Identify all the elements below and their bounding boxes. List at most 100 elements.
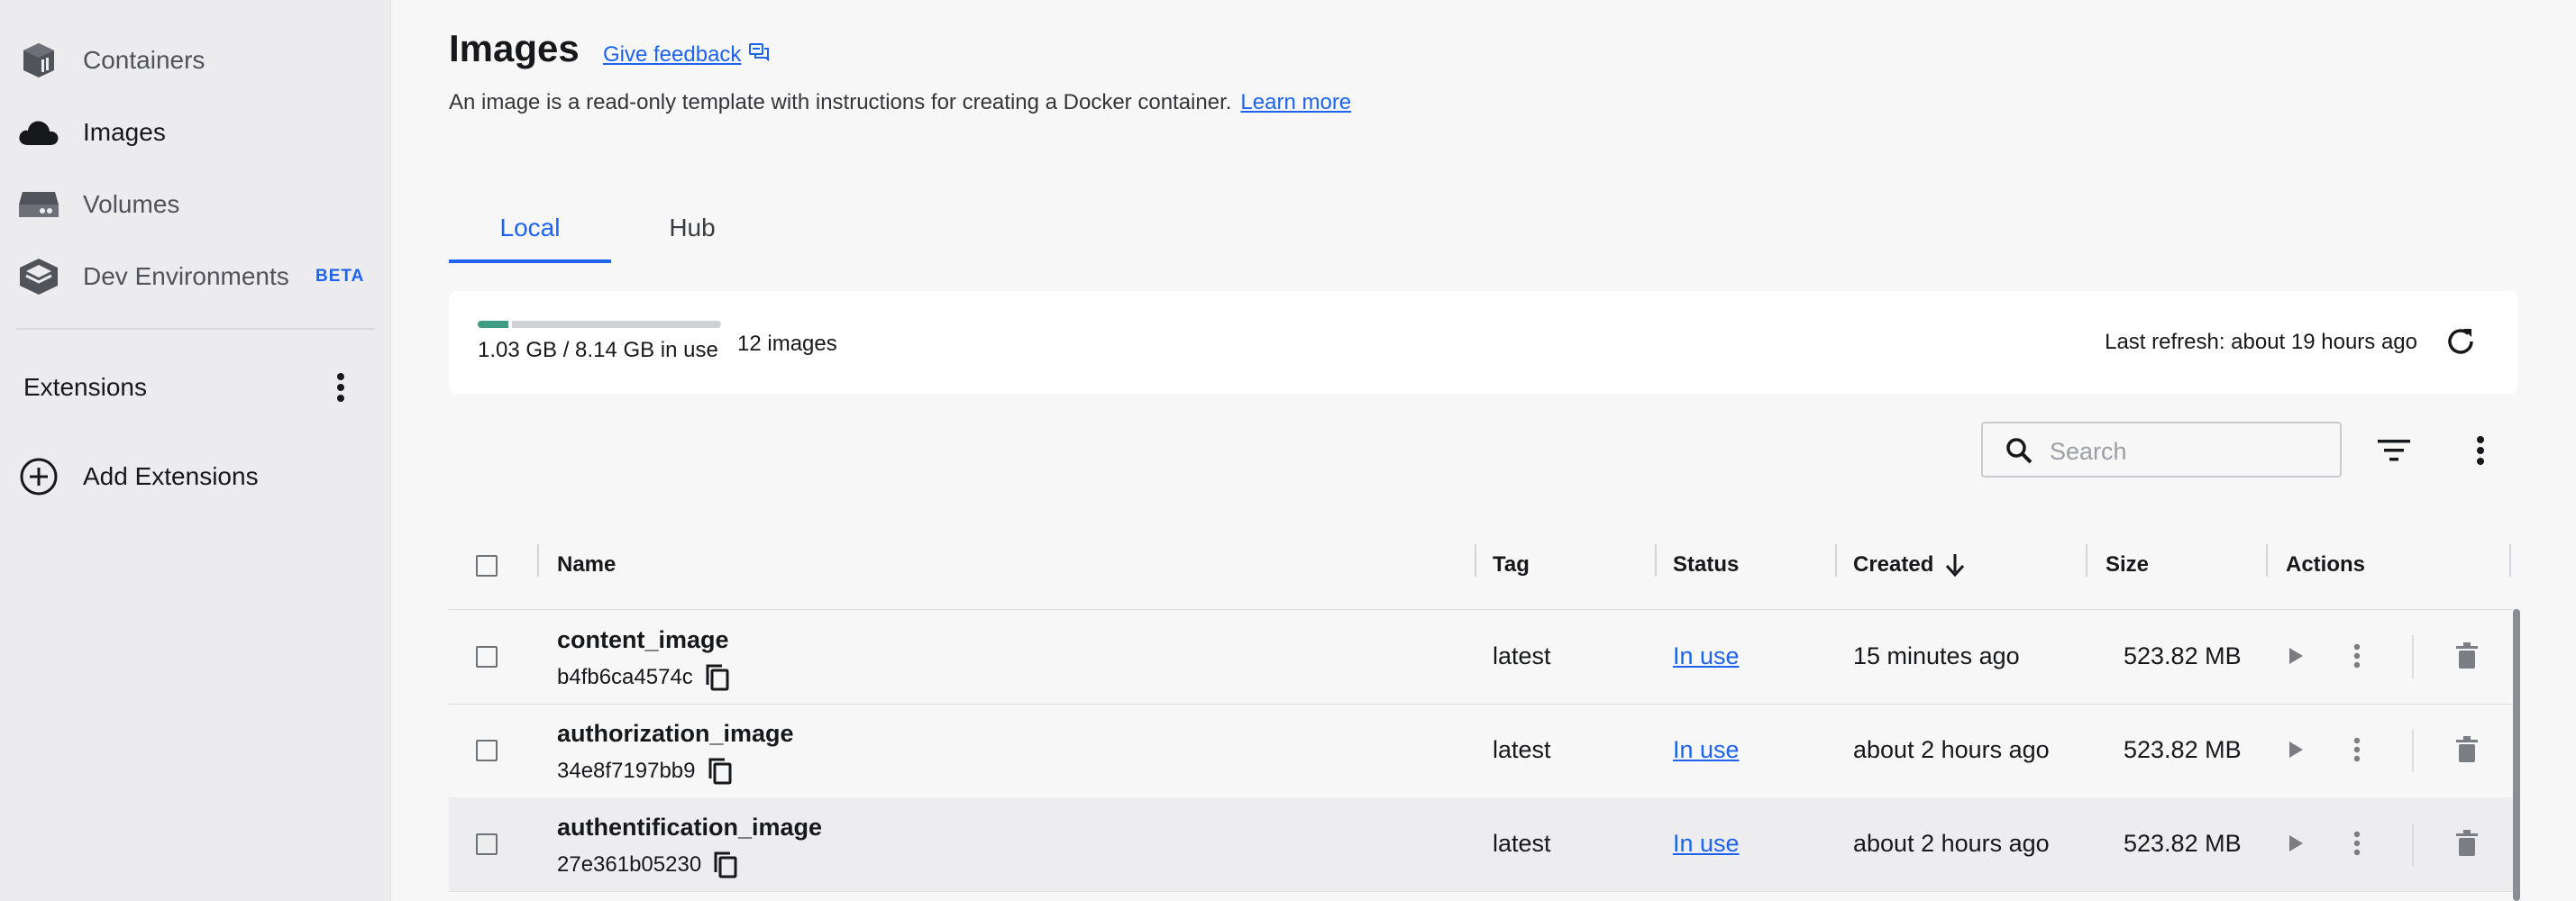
- image-count: 12 images: [737, 332, 837, 356]
- table-scrollbar[interactable]: [2513, 609, 2520, 901]
- table-more-button[interactable]: [2461, 431, 2500, 470]
- more-vertical-icon: [2477, 436, 2484, 465]
- disk-usage-text: 1.03 GB / 8.14 GB in use: [478, 338, 718, 362]
- row-more-button[interactable]: [2338, 731, 2376, 769]
- image-id: 27e361b05230: [557, 850, 741, 880]
- sidebar-divider: [16, 328, 375, 330]
- trash-icon: [2456, 736, 2478, 762]
- table-row[interactable]: authentification_image 27e361b05230 late…: [449, 797, 2518, 892]
- actions-divider: [2412, 823, 2414, 866]
- tab-hub[interactable]: Hub: [611, 193, 773, 263]
- row-more-button[interactable]: [2338, 824, 2376, 862]
- give-feedback-label: Give feedback: [603, 41, 742, 67]
- page-description: An image is a read-only template with in…: [449, 90, 1351, 115]
- extensions-header: Extensions: [0, 359, 390, 416]
- table-row[interactable]: content_image b4fb6ca4574c latest In use…: [449, 610, 2518, 705]
- description-text: An image is a read-only template with in…: [449, 90, 1232, 114]
- image-tag: latest: [1493, 642, 1551, 669]
- column-separator: [1655, 544, 1657, 577]
- refresh-icon: [2448, 329, 2473, 354]
- image-id-text: 34e8f7197bb9: [557, 759, 696, 783]
- image-status-link[interactable]: In use: [1673, 830, 1740, 858]
- table-header: Name Tag Status Created Size Actions: [449, 521, 2518, 610]
- column-separator: [2266, 544, 2268, 577]
- search-field: [1981, 422, 2342, 478]
- play-icon: [2289, 742, 2303, 758]
- column-header-tag[interactable]: Tag: [1493, 521, 1530, 609]
- image-created: 15 minutes ago: [1853, 642, 2020, 669]
- trash-icon: [2456, 642, 2478, 669]
- more-vertical-icon: [2353, 831, 2361, 856]
- add-extensions-button[interactable]: Add Extensions: [0, 448, 390, 505]
- image-created: about 2 hours ago: [1853, 736, 2050, 763]
- delete-button[interactable]: [2448, 731, 2486, 769]
- copy-icon[interactable]: [702, 662, 733, 693]
- tab-local[interactable]: Local: [449, 193, 611, 263]
- page-title: Images: [449, 27, 580, 69]
- sidebar-item-label: Containers: [83, 46, 206, 74]
- copy-icon[interactable]: [705, 756, 735, 787]
- disk-usage-card: 1.03 GB / 8.14 GB in use 12 images Last …: [449, 291, 2518, 394]
- image-tag: latest: [1493, 736, 1551, 763]
- row-checkbox[interactable]: [476, 833, 498, 855]
- search-input[interactable]: [2048, 432, 2322, 470]
- image-status-link[interactable]: In use: [1673, 642, 1740, 670]
- tab-bar: Local Hub: [449, 193, 2522, 263]
- add-extensions-label: Add Extensions: [83, 462, 259, 490]
- more-vertical-icon: [2353, 643, 2361, 669]
- play-icon: [2289, 648, 2303, 664]
- image-id: b4fb6ca4574c: [557, 662, 733, 693]
- extensions-more-button[interactable]: [324, 365, 357, 410]
- delete-button[interactable]: [2448, 637, 2486, 675]
- more-vertical-icon: [2353, 737, 2361, 762]
- more-vertical-icon: [337, 373, 344, 402]
- run-button[interactable]: [2277, 637, 2315, 675]
- row-checkbox[interactable]: [476, 646, 498, 668]
- sidebar-item-label: Volumes: [83, 190, 180, 218]
- sidebar-item-containers[interactable]: Containers: [0, 32, 390, 89]
- delete-button[interactable]: [2448, 824, 2486, 862]
- feedback-icon: [748, 41, 770, 68]
- give-feedback-link[interactable]: Give feedback: [603, 41, 770, 68]
- image-created: about 2 hours ago: [1853, 830, 2050, 857]
- search-icon: [2006, 438, 2032, 464]
- column-header-created[interactable]: Created: [1853, 521, 1966, 609]
- image-size: 523.82 MB: [2124, 736, 2242, 763]
- disk-usage-fill: [478, 321, 513, 328]
- copy-icon[interactable]: [710, 850, 741, 880]
- row-checkbox[interactable]: [476, 740, 498, 761]
- table-row[interactable]: authorization_image 34e8f7197bb9 latest …: [449, 704, 2518, 798]
- image-size: 523.82 MB: [2124, 830, 2242, 857]
- learn-more-link[interactable]: Learn more: [1240, 90, 1351, 115]
- add-circle-icon: [16, 454, 61, 499]
- active-tab-indicator: [449, 259, 611, 263]
- refresh-button[interactable]: [2441, 322, 2480, 361]
- column-header-created-label: Created: [1853, 552, 1934, 577]
- filter-button[interactable]: [2374, 431, 2414, 470]
- sidebar: Containers Images Volumes Dev Environmen…: [0, 0, 391, 901]
- extensions-label: Extensions: [23, 373, 147, 401]
- image-name: authentification_image: [557, 814, 823, 841]
- run-button[interactable]: [2277, 824, 2315, 862]
- sidebar-item-images[interactable]: Images: [0, 104, 390, 161]
- row-more-button[interactable]: [2338, 637, 2376, 675]
- column-header-status[interactable]: Status: [1673, 521, 1739, 609]
- disk-usage-bar: [478, 321, 721, 328]
- sidebar-item-volumes[interactable]: Volumes: [0, 176, 390, 233]
- containers-icon: [16, 38, 61, 83]
- column-header-name[interactable]: Name: [557, 521, 616, 609]
- run-button[interactable]: [2277, 731, 2315, 769]
- play-icon: [2289, 835, 2303, 851]
- beta-badge: BETA: [315, 267, 365, 286]
- select-all-checkbox[interactable]: [476, 555, 498, 577]
- actions-divider: [2412, 729, 2414, 772]
- image-name: authorization_image: [557, 720, 794, 747]
- image-status-link[interactable]: In use: [1673, 736, 1740, 764]
- image-tag: latest: [1493, 830, 1551, 857]
- sidebar-item-dev-environments[interactable]: Dev Environments BETA: [0, 248, 390, 305]
- column-header-size[interactable]: Size: [2106, 521, 2149, 609]
- column-separator: [1835, 544, 1837, 577]
- sidebar-item-label: Dev Environments: [83, 262, 289, 290]
- filter-icon: [2378, 440, 2410, 461]
- sidebar-item-label: Images: [83, 118, 166, 146]
